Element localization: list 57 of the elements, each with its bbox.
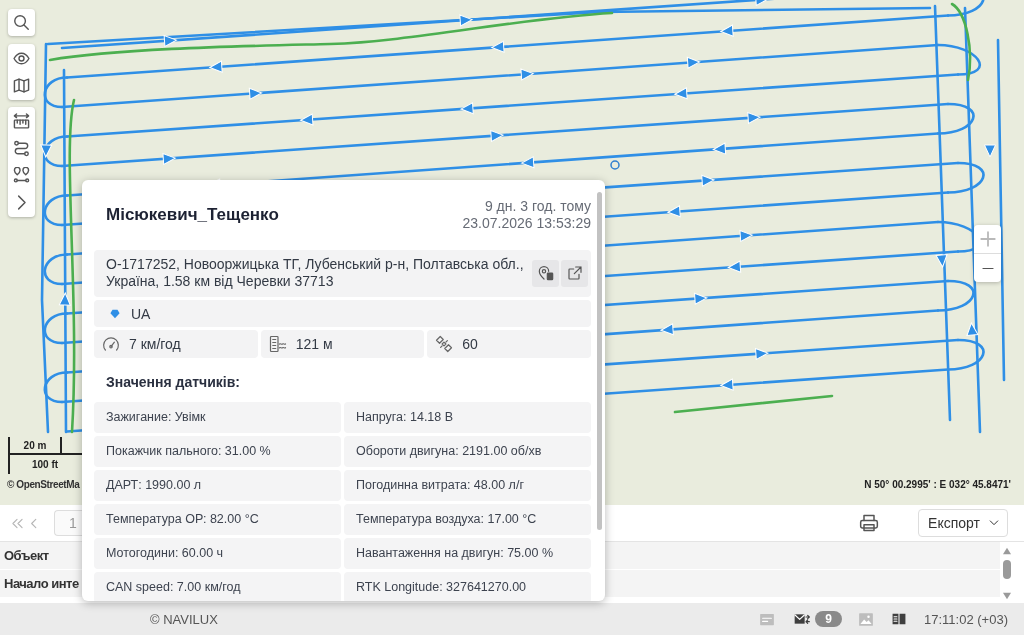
print-icon: [859, 513, 880, 533]
search-icon: [13, 14, 30, 31]
scrollbar-thumb[interactable]: [597, 192, 602, 530]
building-icon: [268, 335, 287, 353]
route-icon: [13, 140, 30, 157]
count-badge: 9: [815, 611, 843, 627]
sensor-reading: Покажчик пального: 31.00 %: [94, 436, 341, 467]
double-chevron-left-icon: [11, 517, 23, 529]
sensor-reading: RTK Longitude: 327641270.00: [344, 572, 591, 601]
map-attribution: © OpenStreetMa: [7, 479, 80, 490]
clock-time: 17:11:02 (+03): [924, 611, 1008, 627]
sensor-reading: ДАРТ: 1990.00 л: [94, 470, 341, 501]
section-heading: Значення датчиків:: [106, 374, 241, 391]
pentagon-icon: [110, 308, 120, 319]
plus-icon: [978, 230, 997, 248]
speedometer-icon: [102, 335, 120, 353]
pin-pair-icon: [13, 167, 30, 184]
stat-value: 7 км/год: [129, 336, 181, 352]
satellite-icon: [435, 335, 454, 353]
sensor-reading: Температура воздуха: 17.00 °C: [344, 504, 591, 535]
eye-icon: [13, 50, 30, 67]
export-dropdown[interactable]: Експорт: [918, 509, 1008, 537]
sensor-reading: Температура ОР: 82.00 °C: [94, 504, 341, 535]
sensor-reading: Напруга: 14.18 В: [344, 402, 591, 433]
object-name: Місюкевич_Тещенко: [106, 205, 279, 225]
timestamp: 23.07.2026 13:53:29: [462, 215, 591, 232]
cursor-coordinates: N 50° 00.2995' : E 032° 45.8471': [864, 479, 1011, 490]
country-code: UA: [131, 305, 151, 322]
stat-value: 60: [462, 336, 478, 352]
row-label: Объект: [4, 548, 49, 563]
minus-icon: [979, 266, 996, 270]
external-link-icon: [566, 265, 583, 281]
pin-phone-icon: [537, 265, 554, 281]
map-icon: [13, 77, 30, 94]
scroll-down-icon[interactable]: [1002, 592, 1012, 600]
sensor-reading: Навантаження на двигун: 75.00 %: [344, 538, 591, 569]
sensor-reading: Обороти двигуна: 2191.00 об/хв: [344, 436, 591, 467]
scroll-up-icon[interactable]: [1002, 547, 1012, 555]
locate-button[interactable]: [532, 259, 559, 287]
open-link-button[interactable]: [561, 259, 588, 287]
scale-label: 20 m: [23, 439, 47, 451]
copyright-text: © NAVILUX: [150, 611, 218, 627]
scale-label: 100 ft: [32, 459, 59, 470]
search-button[interactable]: [8, 9, 35, 36]
print-button[interactable]: [858, 512, 881, 534]
circle-marker-icon: [610, 160, 620, 170]
sensor-reading: Мотогодини: 60.00 ч: [94, 538, 341, 569]
row-label: Начало инте: [4, 576, 79, 591]
scrollbar-thumb[interactable]: [1003, 560, 1011, 579]
time-ago: 9 дн. 3 год. тому: [484, 198, 591, 215]
sensor-reading: Погодинна витрата: 48.00 л/г: [344, 470, 591, 501]
stat-value: 121 м: [295, 336, 333, 352]
chevron-down-icon: [989, 518, 999, 528]
sensor-reading: CAN speed: 7.00 км/год: [94, 572, 341, 601]
address-text: О-1717252, Новооржицька ТГ, Лубенський р-н, Полтавська обл., Україна, 1.58 км від Черевки 37713: [106, 256, 525, 290]
sensor-reading: Зажигание: Увімк: [94, 402, 341, 433]
ruler-icon: [13, 113, 30, 130]
